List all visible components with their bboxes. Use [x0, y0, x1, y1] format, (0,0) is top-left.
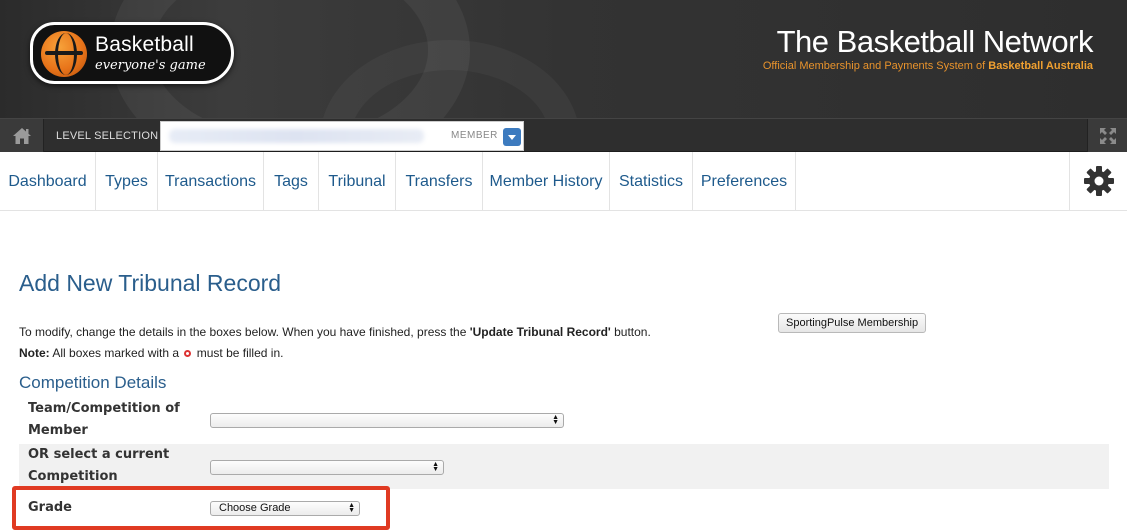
note-text-a: All boxes marked with a: [49, 346, 183, 360]
main-nav: Dashboard Types Transactions Tags Tribun…: [0, 152, 1127, 211]
network-subtitle-org: Basketball Australia: [988, 60, 1093, 72]
field-label: Team/Competition of Member: [28, 398, 180, 442]
note-line: Note: All boxes marked with a must be fi…: [19, 343, 651, 364]
nav-item-preferences[interactable]: Preferences: [693, 152, 796, 210]
team-competition-select[interactable]: ▲ ▼: [210, 413, 564, 428]
nav-item-member-history[interactable]: Member History: [483, 152, 610, 210]
settings-button[interactable]: [1069, 152, 1127, 210]
note-text-b: must be filled in.: [193, 346, 284, 360]
logo-tagline: everyone's game: [95, 58, 206, 73]
site-header: Basketball everyone's game The Basketbal…: [0, 0, 1127, 118]
intro-button-reference: 'Update Tribunal Record': [469, 325, 611, 339]
page-title: Add New Tribunal Record: [19, 270, 282, 296]
home-button[interactable]: [0, 119, 44, 152]
network-title: The Basketball Network: [776, 24, 1094, 59]
intro-text-a: To modify, change the details in the box…: [19, 325, 470, 339]
note-label: Note:: [19, 346, 50, 360]
chevron-down-icon[interactable]: [503, 128, 521, 146]
level-selection-bar: LEVEL SELECTION MEMBER: [0, 118, 1127, 152]
member-tag: MEMBER: [451, 130, 498, 141]
current-competition-select[interactable]: ▲ ▼: [210, 460, 444, 475]
nav-item-tags[interactable]: Tags: [264, 152, 319, 210]
intro-line: To modify, change the details in the box…: [19, 322, 651, 343]
nav-item-types[interactable]: Types: [96, 152, 158, 210]
basketball-logo[interactable]: Basketball everyone's game: [30, 22, 234, 84]
network-subtitle-text: Official Membership and Payments System …: [762, 60, 989, 72]
nav-item-transactions[interactable]: Transactions: [158, 152, 264, 210]
intro-text-b: button.: [610, 325, 651, 339]
sportingpulse-membership-button[interactable]: SportingPulse Membership: [778, 313, 927, 333]
gear-icon: [1084, 166, 1114, 196]
field-label: OR select a current Competition: [28, 444, 169, 488]
field-label-line: Member: [28, 423, 88, 438]
level-selection-label: LEVEL SELECTION: [56, 130, 159, 142]
field-label-line: Team/Competition of: [28, 401, 180, 416]
section-title: Competition Details: [19, 373, 167, 392]
home-icon: [13, 128, 31, 144]
select-arrows-icon: ▲ ▼: [552, 414, 559, 426]
required-icon: [184, 350, 192, 358]
basketball-icon: [41, 31, 87, 77]
level-selector[interactable]: MEMBER: [160, 121, 524, 151]
intro-text: To modify, change the details in the box…: [19, 322, 651, 364]
nav-item-transfers[interactable]: Transfers: [396, 152, 483, 210]
expand-button[interactable]: [1087, 119, 1127, 152]
form-row: OR select a current Competition ▲ ▼: [19, 444, 1109, 489]
logo-main-text: Basketball: [95, 33, 194, 56]
nav-item-statistics[interactable]: Statistics: [610, 152, 693, 210]
field-label-line: OR select a current: [28, 447, 170, 462]
field-label-line: Competition: [28, 469, 118, 484]
expand-icon: [1100, 128, 1116, 144]
select-arrows-icon: ▲ ▼: [432, 461, 439, 473]
grade-highlight-box: [12, 486, 390, 530]
network-subtitle: Official Membership and Payments System …: [763, 60, 1093, 72]
nav-item-dashboard[interactable]: Dashboard: [0, 152, 96, 210]
level-selected-value: [169, 129, 424, 143]
form-row: Team/Competition of Member ▲ ▼: [19, 398, 1109, 442]
nav-item-tribunal[interactable]: Tribunal: [319, 152, 396, 210]
